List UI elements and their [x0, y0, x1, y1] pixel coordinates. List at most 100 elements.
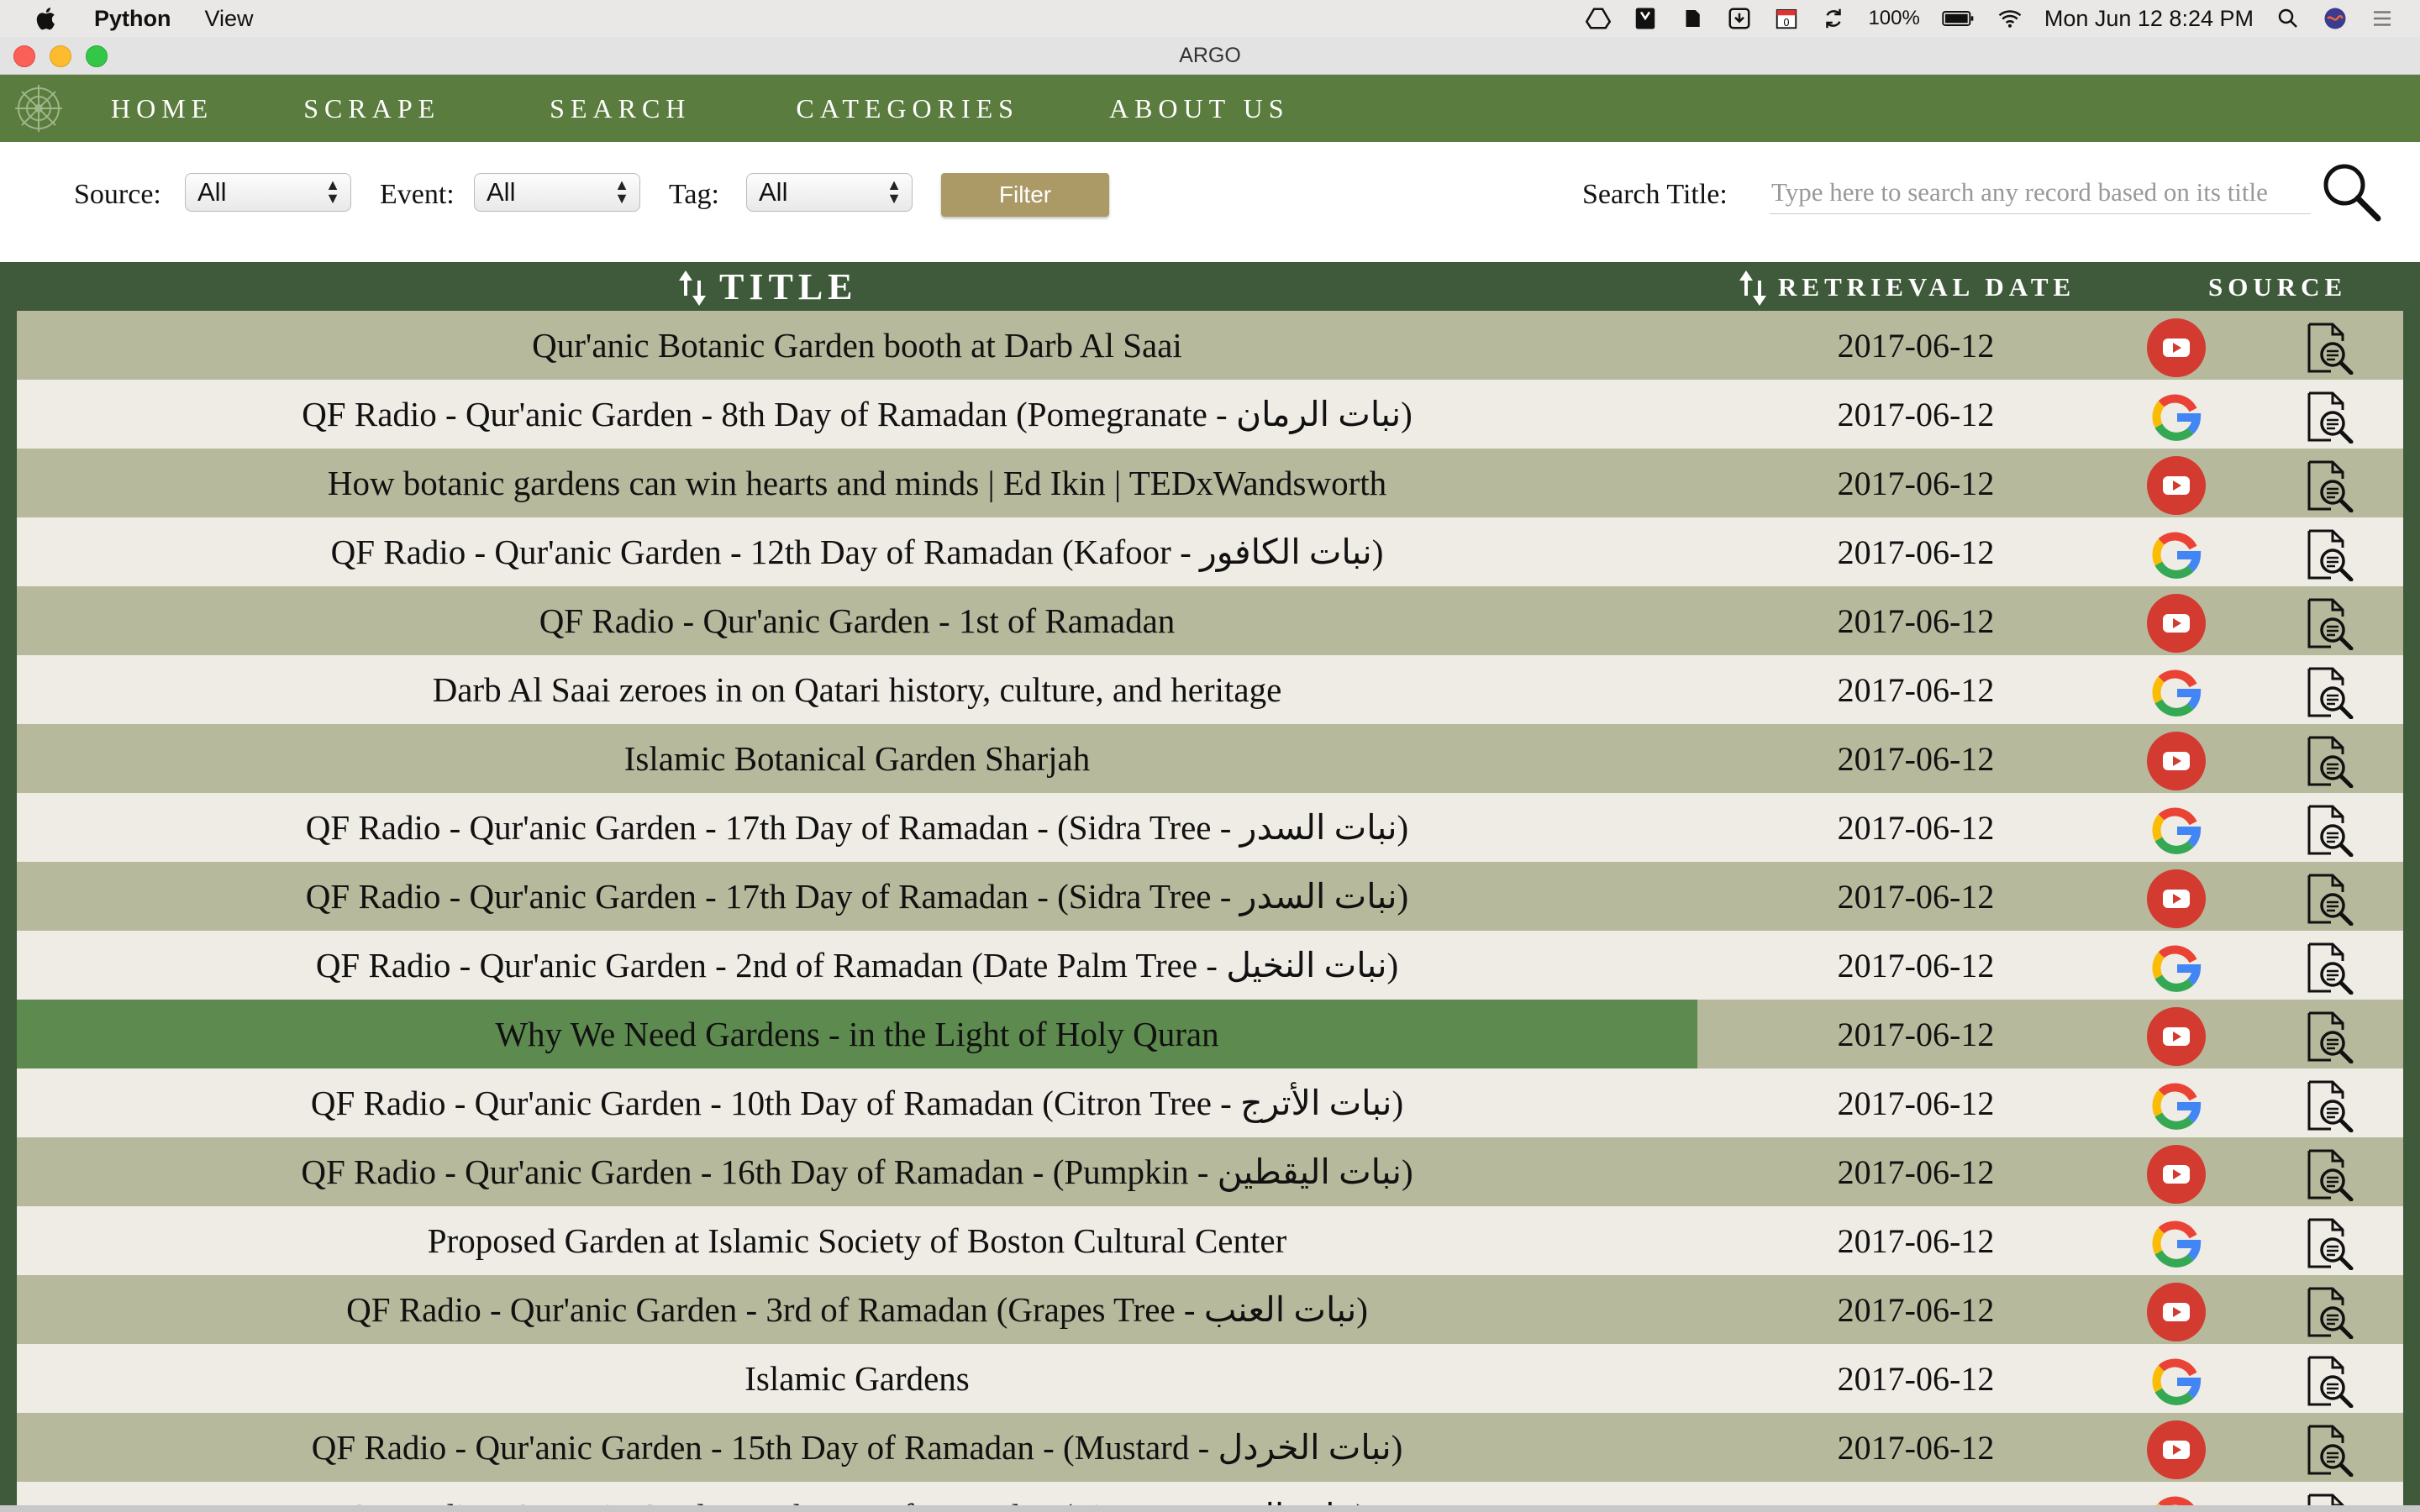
table-row[interactable]: How botanic gardens can win hearts and m…: [17, 449, 2403, 517]
table-row[interactable]: QF Radio - Qur'anic Garden - 8th Day of …: [17, 380, 2403, 449]
table-row[interactable]: QF Radio - Qur'anic Garden - 1st of Rama…: [17, 586, 2403, 655]
nav-home[interactable]: HOME: [111, 93, 213, 124]
view-document-icon[interactable]: [2302, 1079, 2356, 1133]
menu-view[interactable]: View: [205, 6, 254, 32]
google-source-icon[interactable]: [2147, 1352, 2206, 1410]
youtube-source-icon[interactable]: [2147, 594, 2206, 653]
row-title[interactable]: QF Radio - Qur'anic Garden - 17th Day of…: [17, 793, 1697, 862]
download-icon[interactable]: [1727, 6, 1752, 31]
table-row[interactable]: Darb Al Saai zeroes in on Qatari history…: [17, 655, 2403, 724]
view-document-icon[interactable]: [2302, 1147, 2356, 1202]
row-title[interactable]: QF Radio - Qur'anic Garden - 16th Day of…: [17, 1137, 1697, 1206]
clock[interactable]: Mon Jun 12 8:24 PM: [2044, 6, 2254, 32]
view-document-icon[interactable]: [2302, 528, 2356, 582]
youtube-source-icon[interactable]: [2147, 1420, 2206, 1479]
google-drive-icon[interactable]: [1586, 6, 1612, 31]
row-title[interactable]: Proposed Garden at Islamic Society of Bo…: [17, 1206, 1697, 1275]
youtube-source-icon[interactable]: [2147, 869, 2206, 928]
view-document-icon[interactable]: [2302, 1216, 2356, 1271]
table-row[interactable]: Islamic Gardens 2017-06-12: [17, 1344, 2403, 1413]
row-title[interactable]: QF Radio - Qur'anic Garden - 8th Day of …: [17, 380, 1697, 449]
view-document-icon[interactable]: [2302, 665, 2356, 720]
table-row[interactable]: Why We Need Gardens - in the Light of Ho…: [17, 1000, 2403, 1068]
google-source-icon[interactable]: [2147, 801, 2206, 859]
view-document-icon[interactable]: [2302, 596, 2356, 651]
row-title[interactable]: QF Radio - Qur'anic Garden - 12th Day of…: [17, 517, 1697, 586]
nav-categories[interactable]: CATEGORIES: [796, 93, 1019, 124]
view-document-icon[interactable]: [2302, 1285, 2356, 1340]
zoom-window-button[interactable]: [86, 45, 108, 67]
source-filter-select[interactable]: All ▲ ▼: [185, 173, 351, 212]
table-row[interactable]: QF Radio - Qur'anic Garden - 17th Day of…: [17, 793, 2403, 862]
table-row[interactable]: Islamic Botanical Garden Sharjah 2017-06-…: [17, 724, 2403, 793]
column-title-header[interactable]: TITLE: [719, 265, 858, 308]
filter-button[interactable]: Filter: [941, 173, 1109, 217]
view-document-icon[interactable]: [2302, 321, 2356, 375]
calendar-icon[interactable]: 0: [1774, 6, 1799, 31]
youtube-source-icon[interactable]: [2147, 1145, 2206, 1204]
argo-logo-icon[interactable]: [12, 81, 66, 135]
table-row[interactable]: QF Radio - Qur'anic Garden - 17th Day of…: [17, 862, 2403, 931]
search-title-input[interactable]: [1770, 171, 2311, 214]
youtube-source-icon[interactable]: [2147, 1007, 2206, 1066]
table-row[interactable]: Qur'anic Botanic Garden booth at Darb Al…: [17, 311, 2403, 380]
app-menu-python[interactable]: Python: [94, 6, 171, 32]
apple-menu-icon[interactable]: [34, 5, 60, 32]
row-title[interactable]: Darb Al Saai zeroes in on Qatari history…: [17, 655, 1697, 724]
table-row[interactable]: QF Radio - Qur'anic Garden - 12th Day of…: [17, 517, 2403, 586]
row-title[interactable]: QF Radio - Qur'anic Garden - 3rd of Rama…: [17, 1275, 1697, 1344]
row-title[interactable]: QF Radio - Qur'anic Garden - 2nd of Rama…: [17, 931, 1697, 1000]
row-title[interactable]: How botanic gardens can win hearts and m…: [17, 449, 1697, 517]
view-document-icon[interactable]: [2302, 872, 2356, 927]
sort-title-icon[interactable]: [677, 267, 708, 309]
event-filter-select[interactable]: All ▲ ▼: [474, 173, 640, 212]
column-date-header[interactable]: RETRIEVAL DATE: [1778, 272, 2075, 302]
column-source-header[interactable]: SOURCE: [2208, 272, 2347, 302]
view-document-icon[interactable]: [2302, 1354, 2356, 1409]
tag-filter-select[interactable]: All ▲ ▼: [746, 173, 913, 212]
table-row[interactable]: QF Radio - Qur'anic Garden - 10th Day of…: [17, 1068, 2403, 1137]
table-row[interactable]: Proposed Garden at Islamic Society of Bo…: [17, 1206, 2403, 1275]
wifi-icon[interactable]: [1997, 6, 2023, 31]
table-row[interactable]: QF Radio - Qur'anic Garden - 16th Day of…: [17, 1137, 2403, 1206]
row-title[interactable]: QF Radio - Qur'anic Garden - 17th Day of…: [17, 862, 1697, 931]
view-document-icon[interactable]: [2302, 941, 2356, 995]
google-source-icon[interactable]: [2147, 663, 2206, 722]
nav-scrape[interactable]: SCRAPE: [303, 93, 440, 124]
table-row[interactable]: QF Radio - Qur'anic Garden - 15th Day of…: [17, 1413, 2403, 1482]
table-row[interactable]: QF Radio - Qur'anic Garden - 2nd of Rama…: [17, 931, 2403, 1000]
bookmark-app-icon[interactable]: [1633, 6, 1658, 31]
row-title[interactable]: QF Radio - Qur'anic Garden - 10th Day of…: [17, 1068, 1697, 1137]
view-document-icon[interactable]: [2302, 1423, 2356, 1478]
row-title[interactable]: Qur'anic Botanic Garden booth at Darb Al…: [17, 311, 1697, 380]
youtube-source-icon[interactable]: [2147, 318, 2206, 377]
siri-icon[interactable]: [2323, 6, 2348, 31]
youtube-source-icon[interactable]: [2147, 1283, 2206, 1341]
table-row[interactable]: QF Radio - Qur'anic Garden - 3rd of Rama…: [17, 1275, 2403, 1344]
battery-icon[interactable]: [1942, 6, 1975, 31]
youtube-source-icon[interactable]: [2147, 732, 2206, 790]
row-title[interactable]: Islamic Gardens: [17, 1344, 1697, 1413]
nav-about-us[interactable]: ABOUT US: [1109, 93, 1290, 124]
google-source-icon[interactable]: [2147, 1076, 2206, 1135]
close-window-button[interactable]: [13, 45, 35, 67]
sort-date-icon[interactable]: [1738, 267, 1768, 309]
view-document-icon[interactable]: [2302, 1010, 2356, 1064]
google-source-icon[interactable]: [2147, 525, 2206, 584]
view-document-icon[interactable]: [2302, 390, 2356, 444]
horizontal-scrollbar[interactable]: [0, 1505, 2420, 1512]
view-document-icon[interactable]: [2302, 459, 2356, 513]
row-title[interactable]: QF Radio - Qur'anic Garden - 15th Day of…: [17, 1413, 1697, 1482]
google-source-icon[interactable]: [2147, 1214, 2206, 1273]
row-title[interactable]: QF Radio - Qur'anic Garden - 1st of Rama…: [17, 586, 1697, 655]
google-source-icon[interactable]: [2147, 387, 2206, 446]
row-title[interactable]: Why We Need Gardens - in the Light of Ho…: [17, 1000, 1697, 1068]
search-icon[interactable]: [2319, 160, 2383, 223]
view-document-icon[interactable]: [2302, 803, 2356, 858]
view-document-icon[interactable]: [2302, 734, 2356, 789]
row-title[interactable]: Islamic Botanical Garden Sharjah: [17, 724, 1697, 793]
minimize-window-button[interactable]: [50, 45, 71, 67]
sync-icon[interactable]: [1821, 6, 1846, 31]
evernote-icon[interactable]: [1680, 6, 1705, 31]
nav-search[interactable]: SEARCH: [550, 93, 691, 124]
